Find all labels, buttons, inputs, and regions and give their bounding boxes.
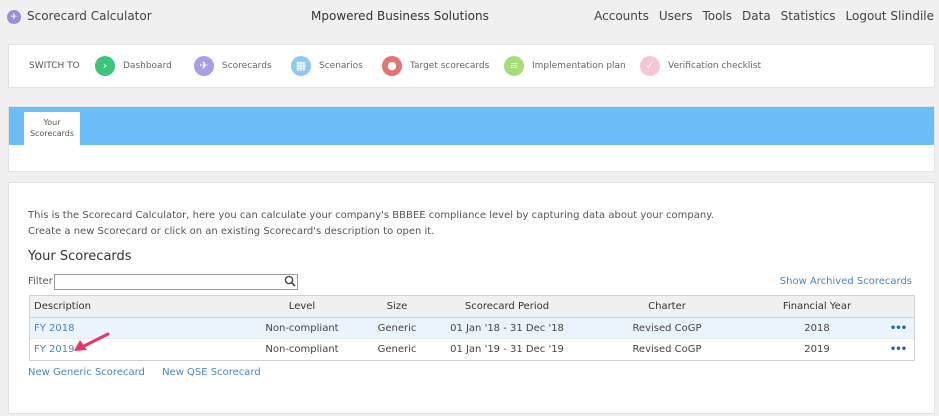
nav-logout[interactable]: Logout Slindile bbox=[846, 9, 934, 23]
tab-label-line2: Scorecards bbox=[29, 129, 75, 138]
filter-input[interactable] bbox=[54, 274, 298, 290]
top-nav: Accounts Users Tools Data Statistics Log… bbox=[584, 9, 934, 23]
nav-users[interactable]: Users bbox=[659, 9, 693, 23]
col-financial-year[interactable]: Financial Year bbox=[752, 301, 882, 312]
scorecards-panel: This is the Scorecard Calculator, here y… bbox=[8, 182, 935, 414]
switch-label: SWITCH TO bbox=[29, 61, 80, 71]
more-actions-icon[interactable]: ••• bbox=[882, 323, 914, 334]
row-level: Non-compliant bbox=[265, 322, 339, 334]
row-level: Non-compliant bbox=[265, 344, 339, 355]
filter-label: Filter bbox=[28, 276, 53, 287]
chevron-right-icon: › bbox=[95, 56, 115, 76]
nav-accounts[interactable]: Accounts bbox=[594, 9, 649, 23]
row-size: Generic bbox=[377, 344, 417, 355]
paper-plane-icon: ✈ bbox=[194, 56, 214, 76]
paper-plane-icon: ✈ bbox=[7, 10, 21, 24]
annotation-arrow-icon bbox=[74, 332, 110, 351]
show-archived-link[interactable]: Show Archived Scorecards bbox=[780, 276, 912, 287]
row-charter: Revised CoGP bbox=[632, 344, 702, 355]
section-title: Your Scorecards bbox=[28, 249, 132, 264]
col-level[interactable]: Level bbox=[242, 301, 362, 312]
row-financial-year: 2019 bbox=[804, 344, 830, 355]
nav-data[interactable]: Data bbox=[742, 9, 771, 23]
tab-label-line1: Your bbox=[43, 118, 61, 127]
top-bar: ✈ Scorecard Calculator Mpowered Business… bbox=[0, 0, 939, 34]
intro-line-2: Create a new Scorecard or click on an ex… bbox=[28, 226, 435, 237]
row-charter: Revised CoGP bbox=[632, 322, 702, 334]
app-title: Scorecard Calculator bbox=[27, 9, 152, 23]
switch-scenarios-label: Scenarios bbox=[319, 61, 363, 71]
tab-strip: Your Scorecards bbox=[9, 107, 934, 145]
switch-implementation-plan[interactable]: ≡ Implementation plan bbox=[504, 55, 626, 77]
new-qse-scorecard-link[interactable]: New QSE Scorecard bbox=[162, 367, 261, 378]
col-description[interactable]: Description bbox=[30, 301, 242, 312]
intro-text: This is the Scorecard Calculator, here y… bbox=[28, 208, 714, 240]
nav-statistics[interactable]: Statistics bbox=[781, 9, 836, 23]
col-charter[interactable]: Charter bbox=[582, 301, 752, 312]
nav-tools[interactable]: Tools bbox=[702, 9, 732, 23]
table-row[interactable]: FY 2019 Non-compliant Generic 01 Jan '19… bbox=[30, 339, 914, 360]
row-description-link[interactable]: FY 2018 bbox=[30, 323, 242, 334]
map-icon: ▦ bbox=[291, 56, 311, 76]
map-pin-icon: ● bbox=[382, 56, 402, 76]
switch-target-scorecards-label: Target scorecards bbox=[410, 61, 490, 71]
switch-implementation-plan-label: Implementation plan bbox=[532, 61, 626, 71]
switch-dashboard[interactable]: › Dashboard bbox=[95, 55, 172, 77]
switch-bar: SWITCH TO › Dashboard ✈ Scorecards ▦ Sce… bbox=[8, 44, 935, 88]
scorecards-table: Description Level Size Scorecard Period … bbox=[29, 295, 915, 361]
switch-dashboard-label: Dashboard bbox=[123, 61, 172, 71]
company-name: Mpowered Business Solutions bbox=[311, 9, 489, 23]
new-scorecard-links: New Generic Scorecard New QSE Scorecard bbox=[28, 367, 275, 378]
tab-panel: Your Scorecards bbox=[8, 106, 935, 172]
row-size: Generic bbox=[377, 322, 417, 334]
row-period: 01 Jan '18 - 31 Dec '18 bbox=[450, 322, 564, 334]
table-row[interactable]: FY 2018 Non-compliant Generic 01 Jan '18… bbox=[30, 318, 914, 339]
switch-scorecards-label: Scorecards bbox=[222, 61, 272, 71]
col-period[interactable]: Scorecard Period bbox=[432, 301, 582, 312]
switch-verification-checklist[interactable]: ✓ Verification checklist bbox=[640, 55, 761, 77]
table-header: Description Level Size Scorecard Period … bbox=[30, 296, 914, 318]
new-generic-scorecard-link[interactable]: New Generic Scorecard bbox=[28, 367, 145, 378]
list-icon: ≡ bbox=[504, 56, 524, 76]
row-description-link[interactable]: FY 2019 bbox=[30, 344, 242, 355]
switch-scenarios[interactable]: ▦ Scenarios bbox=[291, 55, 363, 77]
row-financial-year: 2018 bbox=[804, 322, 830, 334]
search-icon[interactable] bbox=[284, 273, 298, 289]
switch-scorecards[interactable]: ✈ Scorecards bbox=[194, 55, 272, 77]
check-icon: ✓ bbox=[640, 56, 660, 76]
switch-target-scorecards[interactable]: ● Target scorecards bbox=[382, 55, 489, 77]
intro-line-1: This is the Scorecard Calculator, here y… bbox=[28, 210, 714, 221]
more-actions-icon[interactable]: ••• bbox=[882, 344, 914, 355]
row-period: 01 Jan '19 - 31 Dec '19 bbox=[450, 344, 564, 355]
tab-your-scorecards[interactable]: Your Scorecards bbox=[24, 112, 80, 145]
col-size[interactable]: Size bbox=[362, 301, 432, 312]
switch-verification-checklist-label: Verification checklist bbox=[668, 61, 761, 71]
